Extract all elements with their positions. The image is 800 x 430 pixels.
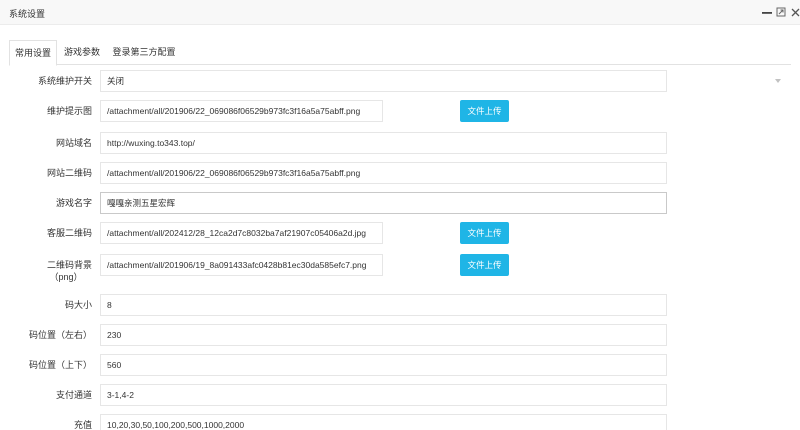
site-qrcode-input[interactable]: /attachment/all/201906/22_069086f06529b9… bbox=[100, 162, 667, 184]
tab-game-params[interactable]: 游戏参数 bbox=[60, 40, 104, 65]
service-qrcode-upload-button[interactable]: 文件上传 bbox=[460, 222, 509, 244]
game-name-label: 游戏名字 bbox=[55, 198, 92, 208]
site-qrcode-label: 网站二维码 bbox=[46, 168, 92, 178]
maintenance-select[interactable]: 关闭 bbox=[100, 70, 667, 92]
maintenance-label: 系统维护开关 bbox=[37, 76, 92, 86]
window-titlebar: 系统设置 bbox=[0, 0, 800, 25]
tab-common-settings[interactable]: 常用设置 bbox=[9, 40, 57, 66]
pay-channel-label: 支付通道 bbox=[55, 390, 92, 400]
code-pos-x-label: 码位置（左右） bbox=[28, 330, 92, 340]
tab-third-party-login[interactable]: 登录第三方配置 bbox=[107, 40, 181, 65]
game-name-input[interactable]: 嘎嘎亲测五星宏辉 bbox=[100, 192, 667, 214]
close-icon[interactable] bbox=[789, 5, 800, 19]
code-pos-y-input[interactable]: 560 bbox=[100, 354, 667, 376]
maintenance-image-upload-button[interactable]: 文件上传 bbox=[460, 100, 509, 122]
maintenance-image-label: 维护提示图 bbox=[46, 106, 92, 116]
qrcode-bg-upload-button[interactable]: 文件上传 bbox=[460, 254, 509, 276]
code-size-label: 码大小 bbox=[64, 300, 92, 310]
domain-label: 网站域名 bbox=[55, 138, 92, 148]
code-pos-y-label: 码位置（上下） bbox=[28, 360, 92, 370]
recharge-input[interactable]: 10,20,30,50,100,200,500,1000,2000 bbox=[100, 414, 667, 430]
domain-input[interactable]: http://wuxing.to343.top/ bbox=[100, 132, 667, 154]
code-pos-x-input[interactable]: 230 bbox=[100, 324, 667, 346]
service-qrcode-label: 客服二维码 bbox=[46, 228, 92, 238]
service-qrcode-input[interactable]: /attachment/all/202412/28_12ca2d7c8032ba… bbox=[100, 222, 383, 244]
maintenance-image-input[interactable]: /attachment/all/201906/22_069086f06529b9… bbox=[100, 100, 383, 122]
window-title: 系统设置 bbox=[9, 9, 46, 19]
code-size-input[interactable]: 8 bbox=[100, 294, 667, 316]
maximize-icon[interactable] bbox=[775, 5, 787, 19]
qrcode-bg-label-line1: 二维码背景 bbox=[46, 260, 92, 270]
chevron-down-icon[interactable] bbox=[775, 79, 781, 83]
tab-bar: 常用设置 游戏参数 登录第三方配置 bbox=[9, 40, 791, 66]
minimize-icon[interactable] bbox=[761, 5, 773, 19]
recharge-label: 充值 bbox=[73, 420, 92, 430]
qrcode-bg-label: 二维码背景 （png） bbox=[0, 259, 92, 283]
pay-channel-input[interactable]: 3-1,4-2 bbox=[100, 384, 667, 406]
qrcode-bg-label-line2: （png） bbox=[49, 272, 83, 282]
qrcode-bg-input[interactable]: /attachment/all/201906/19_8a091433afc042… bbox=[100, 254, 383, 276]
